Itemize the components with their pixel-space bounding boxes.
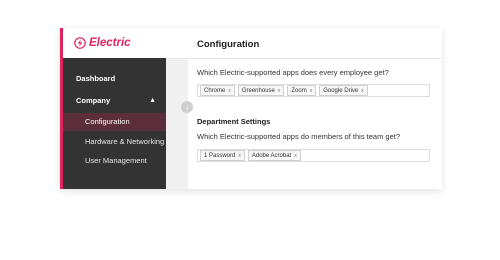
remove-tag-icon[interactable]: x <box>294 153 297 159</box>
chevron-up-icon: ▲ <box>149 97 156 104</box>
tag-label: 1 Password <box>204 152 236 159</box>
sidebar-item-dashboard[interactable]: Dashboard <box>63 70 166 88</box>
app-tag-google-drive: Google Drive x <box>319 85 368 96</box>
app-tag-adobe-acrobat: Adobe Acrobat x <box>247 150 301 161</box>
title-divider <box>166 58 442 59</box>
tag-label: Chrome <box>204 87 226 94</box>
remove-tag-icon[interactable]: x <box>228 88 231 94</box>
sidebar-item-configuration[interactable]: Configuration <box>63 113 166 131</box>
app-tag-1password: 1 Password x <box>200 150 245 161</box>
sidebar-item-user-management[interactable]: User Management <box>63 152 166 170</box>
logo[interactable]: Electric <box>74 37 131 49</box>
remove-tag-icon[interactable]: x <box>238 153 241 159</box>
app-tag-greenhouse: Greenhouse x <box>237 85 285 96</box>
team-apps-question: Which Electric-supported apps do members… <box>197 132 401 141</box>
remove-tag-icon[interactable]: x <box>278 88 281 94</box>
team-apps-input[interactable]: 1 Password x Adobe Acrobat x <box>197 149 430 162</box>
remove-tag-icon[interactable]: x <box>361 88 364 94</box>
app-tag-zoom: Zoom x <box>287 85 317 96</box>
department-settings-heading: Department Settings <box>197 117 271 126</box>
tag-label: Google Drive <box>323 87 359 94</box>
everyone-apps-input[interactable]: Chrome x Greenhouse x Zoom x Google Drive x <box>197 84 430 97</box>
lightning-bolt-icon <box>74 37 86 49</box>
everyone-apps-question: Which Electric-supported apps does every… <box>197 68 389 77</box>
sidebar-item-label: Configuration <box>85 117 130 126</box>
sidebar-item-label: User Management <box>85 156 147 165</box>
sidebar-item-hardware-networking[interactable]: Hardware & Networking <box>63 133 166 151</box>
tag-label: Greenhouse <box>241 87 275 94</box>
tag-label: Zoom <box>291 87 307 94</box>
app-window: Electric Dashboard Company ▲ Configurati… <box>60 28 442 189</box>
tag-label: Adobe Acrobat <box>251 152 292 159</box>
sidebar-item-label: Hardware & Networking <box>85 137 165 146</box>
scroll-down-icon[interactable]: ↓ <box>181 101 193 113</box>
sidebar-item-label: Dashboard <box>76 74 116 83</box>
page-title: Configuration <box>197 39 260 50</box>
content-gutter <box>166 58 188 189</box>
app-tag-chrome: Chrome x <box>200 85 235 96</box>
sidebar-item-company[interactable]: Company ▲ <box>63 92 166 110</box>
remove-tag-icon[interactable]: x <box>310 88 313 94</box>
sidebar-item-label: Company <box>76 96 111 105</box>
logo-text: Electric <box>89 37 131 49</box>
